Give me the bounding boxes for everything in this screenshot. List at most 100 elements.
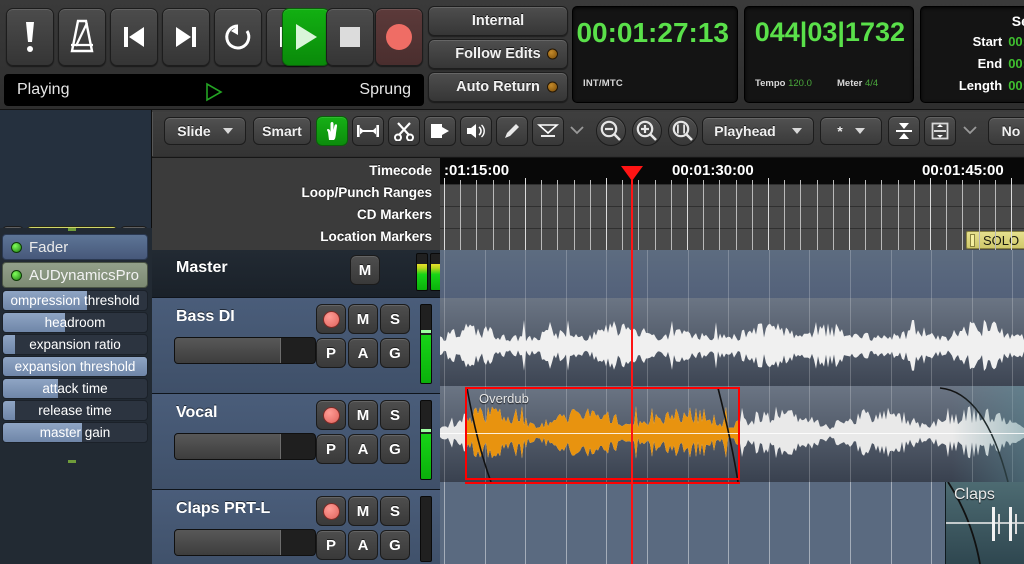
automation-parameter-row[interactable]: expansion ratio xyxy=(2,334,148,355)
scissors-tool[interactable] xyxy=(388,116,420,146)
fader-fill xyxy=(175,530,282,555)
track-mute-button[interactable]: M xyxy=(350,255,380,285)
track-volume-fader[interactable] xyxy=(174,529,316,556)
zoom-in-button[interactable] xyxy=(632,116,662,146)
nudge-tool[interactable] xyxy=(424,116,456,146)
timeline-ruler[interactable]: :01:15:00 00:01:30:00 00:01:45:00 SOLO xyxy=(440,158,1024,250)
track-lane[interactable]: Overdub xyxy=(440,386,1024,482)
track-header[interactable]: Vocal M S P A G xyxy=(152,394,440,490)
timing-mode-label: Sprung xyxy=(359,81,411,98)
auto-return-button[interactable]: Auto Return xyxy=(428,72,568,102)
vertical-collapse-button[interactable] xyxy=(888,116,920,146)
track-mute-button[interactable]: M xyxy=(348,400,378,430)
automation-parameter-row[interactable]: attack time xyxy=(2,378,148,399)
track-header[interactable]: Claps PRT-L M S P A G xyxy=(152,490,440,564)
track-record-enable-button[interactable] xyxy=(316,304,346,334)
track-solo-button[interactable]: S xyxy=(380,400,410,430)
zoom-out-button[interactable] xyxy=(596,116,626,146)
smart-snap-button[interactable]: Smart xyxy=(253,117,311,145)
catch-mode-button[interactable]: No C xyxy=(988,117,1024,145)
track-automation-button[interactable]: A xyxy=(348,338,378,368)
track-lane[interactable] xyxy=(440,298,1024,394)
solo-tool[interactable] xyxy=(460,116,492,146)
track-automation-button[interactable]: A xyxy=(348,530,378,560)
automation-header-plugin[interactable]: AUDynamicsPro xyxy=(2,262,148,288)
track-automation-button[interactable]: A xyxy=(348,434,378,464)
track-header[interactable]: Master M xyxy=(152,250,442,298)
audio-region-bass[interactable] xyxy=(440,306,1024,386)
track-header[interactable]: Bass DI M S P A G xyxy=(152,298,440,394)
track-volume-fader[interactable] xyxy=(174,433,316,460)
metronome-button[interactable] xyxy=(58,8,106,66)
automation-parameter-row[interactable]: expansion threshold xyxy=(2,356,148,377)
follow-edits-button[interactable]: Follow Edits xyxy=(428,39,568,69)
go-to-beginning-button[interactable] xyxy=(110,8,158,66)
marquee-tool[interactable] xyxy=(352,116,384,146)
playhead[interactable] xyxy=(631,250,633,564)
track-lane[interactable]: Claps xyxy=(440,482,1024,564)
track-volume-fader[interactable] xyxy=(174,337,316,364)
audio-region-claps[interactable]: Claps xyxy=(945,482,1024,564)
track-group-button[interactable]: G xyxy=(380,530,410,560)
automation-header-fader[interactable]: Fader xyxy=(2,234,148,260)
playhead-triangle-icon[interactable] xyxy=(621,166,643,181)
tempo-field[interactable]: Tempo 120.0 xyxy=(755,78,812,89)
zoom-fit-icon xyxy=(672,120,693,141)
snap-value-menu[interactable]: * xyxy=(820,117,882,145)
track-protect-button[interactable]: P xyxy=(316,434,346,464)
vertical-fit-button[interactable] xyxy=(924,116,956,146)
exclamation-button[interactable] xyxy=(6,8,54,66)
go-to-end-button[interactable] xyxy=(162,8,210,66)
cd-markers-lane[interactable] xyxy=(440,206,1024,228)
drag-mode-menu[interactable]: Slide xyxy=(164,117,246,145)
playhead-ruler[interactable] xyxy=(631,180,633,250)
loop-punch-lane[interactable] xyxy=(440,184,1024,206)
bars-beats-display[interactable]: 044|03|1732 Tempo 120.0 Meter 4/4 xyxy=(744,6,914,103)
ruler-tick xyxy=(962,180,964,250)
ruler-tick xyxy=(444,178,445,250)
track-solo-button[interactable]: S xyxy=(380,496,410,526)
zoom-fit-button[interactable] xyxy=(668,116,698,146)
ruler-label-location-markers: Location Markers xyxy=(320,229,432,244)
snap-mode-menu[interactable]: Playhead xyxy=(702,117,814,145)
record-button[interactable] xyxy=(375,8,423,66)
automation-parameter-row[interactable]: master gain xyxy=(2,422,148,443)
arrange-canvas[interactable]: Overdub Claps xyxy=(440,250,1024,564)
automation-parameter-row[interactable]: headroom xyxy=(2,312,148,333)
automation-parameter-label: expansion ratio xyxy=(29,337,121,352)
timecode-ruler-lane[interactable]: :01:15:00 00:01:30:00 00:01:45:00 xyxy=(440,158,1024,184)
timecode-display[interactable]: 00:01:27:13 INT/MTC xyxy=(572,6,738,103)
follow-edits-label: Follow Edits xyxy=(455,46,541,62)
automation-parameter-row[interactable]: release time xyxy=(2,400,148,421)
location-markers-lane[interactable]: SOLO xyxy=(440,228,1024,250)
ruler-tick xyxy=(670,180,672,250)
cycle-button[interactable] xyxy=(214,8,262,66)
track-lane[interactable] xyxy=(440,250,1024,298)
automation-tool[interactable] xyxy=(532,116,564,146)
play-icon xyxy=(296,24,317,50)
sync-mode-button[interactable]: Internal xyxy=(428,6,568,36)
play-button[interactable] xyxy=(282,8,330,66)
right-overflow-chevron[interactable] xyxy=(963,122,977,140)
stop-button[interactable] xyxy=(326,8,374,66)
tools-overflow-chevron[interactable] xyxy=(570,122,584,140)
track-group-button[interactable]: G xyxy=(380,338,410,368)
track-protect-button[interactable]: P xyxy=(316,338,346,368)
vertical-collapse-icon xyxy=(896,123,912,139)
track-record-enable-button[interactable] xyxy=(316,496,346,526)
track-solo-button[interactable]: S xyxy=(380,304,410,334)
track-mute-button[interactable]: M xyxy=(348,496,378,526)
pointer-tool[interactable] xyxy=(316,116,348,146)
track-record-enable-button[interactable] xyxy=(316,400,346,430)
selection-edge xyxy=(465,482,740,484)
selection-display[interactable]: Select Start 00:01:1 End 00:01:3 Length 00:… xyxy=(920,6,1024,103)
transport-mode-buttons: Internal Follow Edits Auto Return xyxy=(428,6,568,105)
auto-return-led-icon xyxy=(547,81,558,93)
pencil-tool[interactable] xyxy=(496,116,528,146)
track-group-button[interactable]: G xyxy=(380,434,410,464)
track-protect-button[interactable]: P xyxy=(316,530,346,560)
track-mute-button[interactable]: M xyxy=(348,304,378,334)
meter-field[interactable]: Meter 4/4 xyxy=(837,78,878,89)
marker-flag-icon xyxy=(970,234,975,247)
automation-parameter-row[interactable]: ompression threshold xyxy=(2,290,148,311)
